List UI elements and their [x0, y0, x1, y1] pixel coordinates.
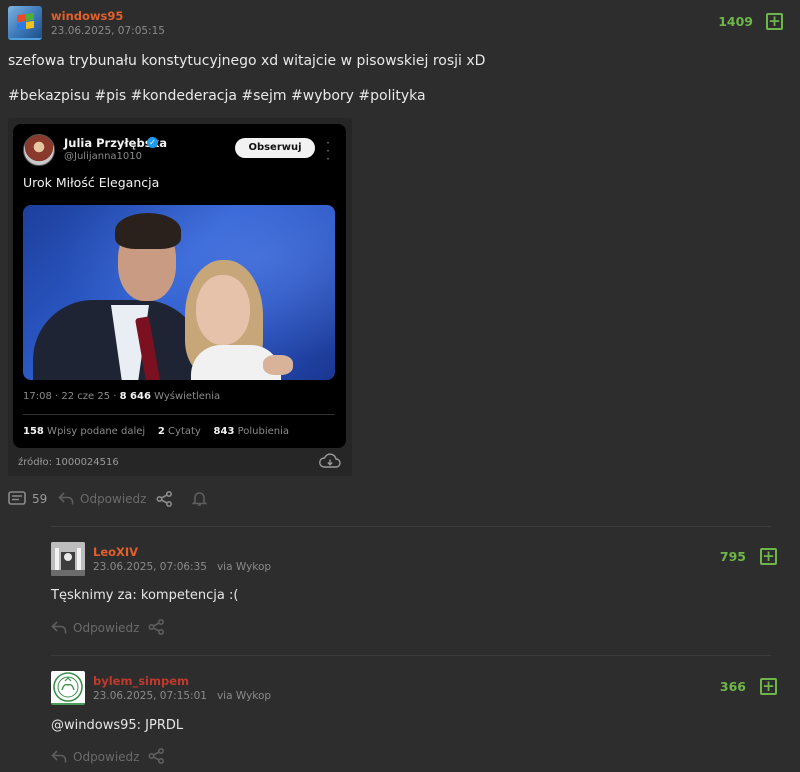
tweet-retweets-label: Wpisy podane dalej [43, 426, 146, 437]
tweet-likes-label: Polubienia [234, 426, 290, 437]
comment-avatar[interactable] [51, 671, 85, 705]
notification-bell-icon[interactable] [191, 490, 208, 507]
share-icon[interactable] [148, 748, 165, 764]
comment-author[interactable]: LeoXIV [93, 545, 138, 559]
comment-author[interactable]: bylem_simpem [93, 674, 189, 688]
leo-avatar-image [51, 542, 85, 576]
author-avatar[interactable] [8, 6, 42, 40]
reply-button[interactable]: Odpowiedz [80, 492, 146, 506]
post-body: szefowa trybunału konstytucyjnego xd wit… [8, 53, 486, 69]
tweet-stats: 158 Wpisy podane dalej 2 Cytaty 843 Polu… [23, 426, 289, 437]
comment-time: 23.06.2025, 07:06:35 [93, 561, 207, 573]
reply-icon[interactable] [51, 620, 67, 635]
share-icon[interactable] [148, 619, 165, 635]
tweet-quotes: 2 [157, 426, 165, 437]
tweet-text: Urok Miłość Elegancja [23, 175, 160, 190]
verified-badge-icon: ✓ [147, 137, 158, 148]
comment-divider [51, 655, 771, 656]
media-source: źródło: 1000024516 [18, 457, 119, 468]
plus-icon: + [762, 547, 775, 565]
tweet-follow-button: Obserwuj [235, 138, 315, 158]
simp-seal-image [53, 672, 83, 702]
post-vote-count: 1409 [718, 14, 753, 29]
comment-count[interactable]: 59 [32, 492, 47, 506]
tweet-author-handle: @Julijanna1010 [64, 151, 143, 162]
post-timestamp: 23.06.2025, 07:05:15 [51, 25, 165, 37]
comment-body: @windows95: JPRDL [51, 718, 184, 733]
plus-icon: + [768, 12, 781, 30]
tweet-views: 8 646 [119, 391, 151, 402]
post-tags[interactable]: #bekazpisu #pis #kondederacja #sejm #wyb… [8, 88, 426, 104]
windows-logo-icon [17, 12, 35, 32]
comment-via: via Wykop [216, 561, 272, 573]
tweet-views-label: Wyświetlenia [150, 391, 221, 402]
comment-divider [51, 526, 771, 527]
comment-vote-count: 366 [719, 679, 746, 694]
tweet-retweets: 158 [23, 426, 44, 437]
reply-icon[interactable] [51, 749, 67, 764]
tweet-meta: 17:08 · 22 cze 25 · 8 646 Wyświetlenia [23, 391, 220, 402]
comment-via: via Wykop [216, 690, 272, 702]
comment-timestamp: 23.06.2025, 07:15:01 via Wykop [93, 690, 271, 702]
tweet-photo [23, 205, 335, 380]
reply-icon[interactable] [58, 491, 74, 506]
comment-upvote-button[interactable]: + [760, 548, 777, 565]
share-icon[interactable] [156, 491, 173, 507]
comment-time: 23.06.2025, 07:15:01 [93, 690, 207, 702]
tweet-likes: 843 [213, 426, 235, 437]
comment-timestamp: 23.06.2025, 07:06:35 via Wykop [93, 561, 271, 573]
plus-icon: + [762, 677, 775, 695]
cloud-download-icon[interactable] [319, 453, 341, 469]
tweet-author-avatar [23, 134, 55, 166]
tweet-time: 17:08 · 22 cze 25 · [23, 391, 120, 402]
post-author[interactable]: windows95 [51, 9, 123, 23]
comment-reply-button[interactable]: Odpowiedz [73, 621, 139, 635]
comment-vote-count: 795 [719, 549, 746, 564]
comments-icon[interactable] [8, 491, 26, 507]
upvote-button[interactable]: + [766, 13, 783, 30]
comment-upvote-button[interactable]: + [760, 678, 777, 695]
comment-avatar[interactable] [51, 542, 85, 576]
more-options-icon: · · · [326, 136, 330, 166]
comment-reply-button[interactable]: Odpowiedz [73, 750, 139, 764]
comment-body: Tęsknimy za: kompetencja :( [51, 588, 239, 603]
tweet-quotes-label: Cytaty [164, 426, 201, 437]
tweet-divider [23, 414, 335, 415]
